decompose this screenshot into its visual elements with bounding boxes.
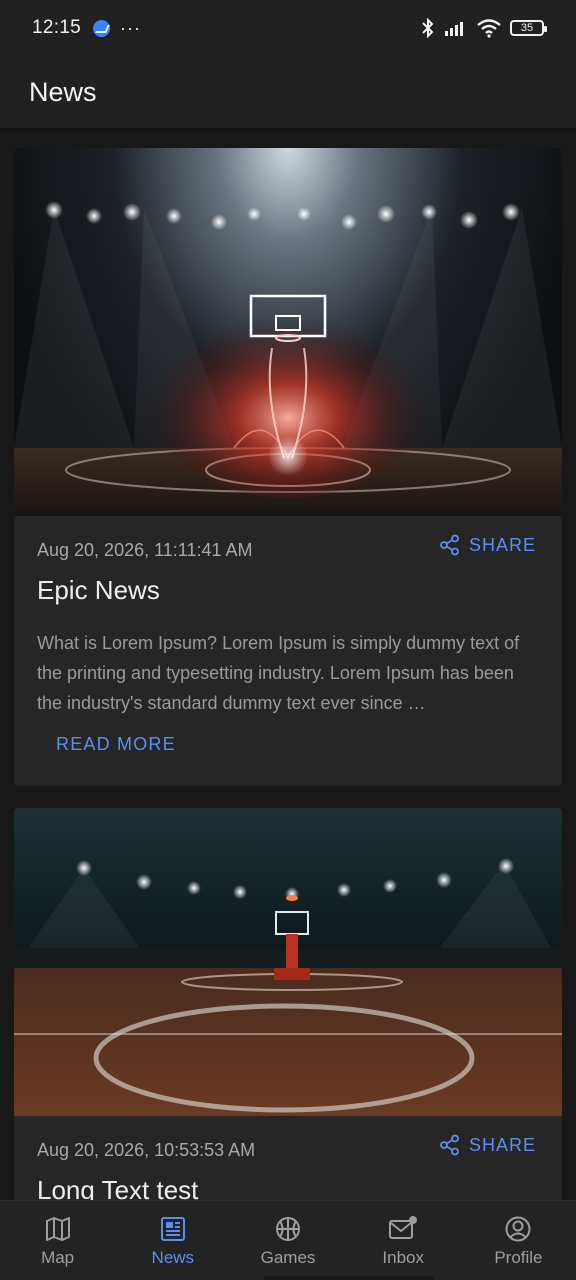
map-icon [43, 1214, 73, 1244]
arena-court-image [14, 808, 562, 1116]
battery-icon: 35 [510, 20, 547, 36]
bluetooth-icon [422, 18, 434, 38]
battery-level: 35 [520, 22, 534, 34]
article-title: Epic News [37, 575, 160, 605]
nav-item-games[interactable]: Games [230, 1201, 345, 1280]
news-card[interactable]: Aug 20, 2026, 10:53:53 AM SHARE Long Tex… [14, 808, 562, 1200]
nav-item-news[interactable]: News [115, 1201, 230, 1280]
share-label: SHARE [468, 1134, 536, 1155]
status-bar: 12:15 ··· 35 [0, 0, 576, 56]
newspaper-icon [158, 1214, 188, 1244]
inbox-icon [388, 1214, 418, 1244]
article-title: Long Text test [37, 1175, 199, 1200]
nav-item-profile[interactable]: Profile [461, 1201, 576, 1280]
bottom-navigation: Map News Games Inbox Profile [0, 1200, 576, 1280]
nav-label: News [151, 1247, 195, 1267]
arena-illustration [14, 201, 562, 516]
news-card[interactable]: Aug 20, 2026, 11:11:41 AM SHARE Epic New… [14, 148, 562, 786]
article-excerpt: What is Lorem Ipsum? Lorem Ipsum is simp… [37, 633, 520, 713]
share-icon [440, 534, 459, 556]
basketball-icon [273, 1214, 303, 1244]
home-indicator [264, 1276, 434, 1280]
nav-label: Profile [494, 1247, 543, 1267]
nav-label: Map [41, 1247, 75, 1267]
nav-item-inbox[interactable]: Inbox [346, 1201, 461, 1280]
share-label: SHARE [468, 534, 536, 555]
nav-item-map[interactable]: Map [0, 1201, 115, 1280]
wifi-icon [477, 19, 501, 38]
nav-label: Inbox [382, 1247, 424, 1267]
share-icon [440, 1134, 459, 1156]
profile-icon [503, 1214, 533, 1244]
status-time: 12:15 [32, 17, 82, 38]
arena-illustration [14, 858, 562, 1116]
share-button[interactable]: SHARE [439, 534, 536, 556]
more-notifications-icon: ··· [120, 17, 142, 38]
nav-label: Games [260, 1247, 316, 1267]
news-feed[interactable]: Aug 20, 2026, 11:11:41 AM SHARE Epic New… [0, 128, 576, 1200]
status-icons: 35 [420, 18, 547, 38]
arena-flame-image [14, 148, 562, 516]
share-button[interactable]: SHARE [439, 1134, 536, 1156]
app-bar: News [0, 56, 576, 128]
card-body: Aug 20, 2026, 11:11:41 AM SHARE Epic New… [14, 516, 562, 755]
page-title: News [29, 76, 97, 107]
signal-icon [445, 22, 463, 36]
card-body: Aug 20, 2026, 10:53:53 AM SHARE Long Tex… [14, 1116, 562, 1201]
messenger-notification-icon [93, 19, 111, 37]
read-more-button[interactable]: READ MORE [56, 734, 176, 755]
